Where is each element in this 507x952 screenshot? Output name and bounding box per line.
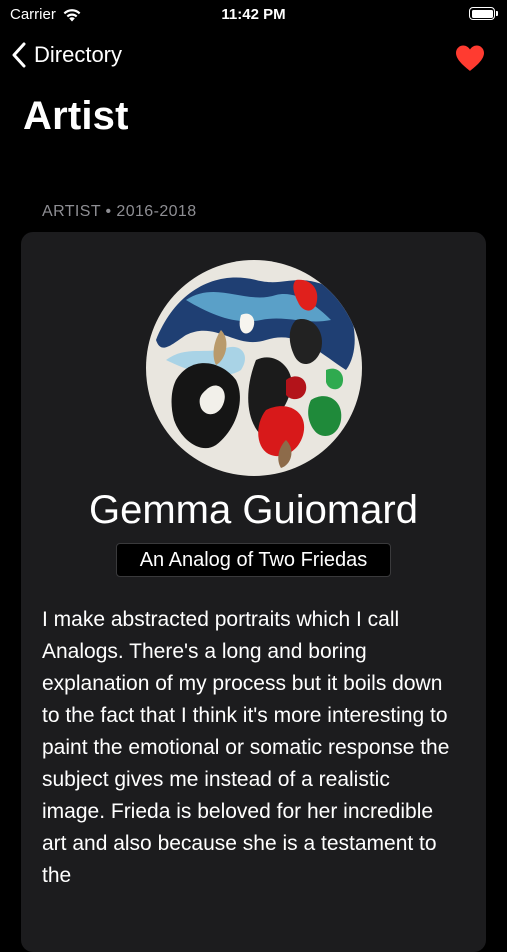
artist-bio: I make abstracted portraits which I call… xyxy=(42,608,450,887)
section-header: ARTIST • 2016-2018 xyxy=(42,203,197,220)
back-button[interactable]: Directory xyxy=(12,42,122,68)
abstract-painting-image xyxy=(146,260,362,476)
artist-name: Gemma Guiomard xyxy=(89,488,418,532)
battery-icon xyxy=(469,7,498,20)
heart-icon[interactable] xyxy=(454,44,486,72)
page-title: Artist xyxy=(23,94,129,138)
chevron-left-icon xyxy=(12,42,26,68)
back-label: Directory xyxy=(34,42,123,67)
artwork-title-badge: An Analog of Two Friedas xyxy=(116,543,391,577)
status-time: 11:42 PM xyxy=(221,6,286,23)
status-bar: Carrier 11:42 PM xyxy=(0,0,507,30)
artist-card: Gemma Guiomard An Analog of Two Friedas … xyxy=(21,232,486,952)
artwork-avatar[interactable] xyxy=(146,260,362,476)
